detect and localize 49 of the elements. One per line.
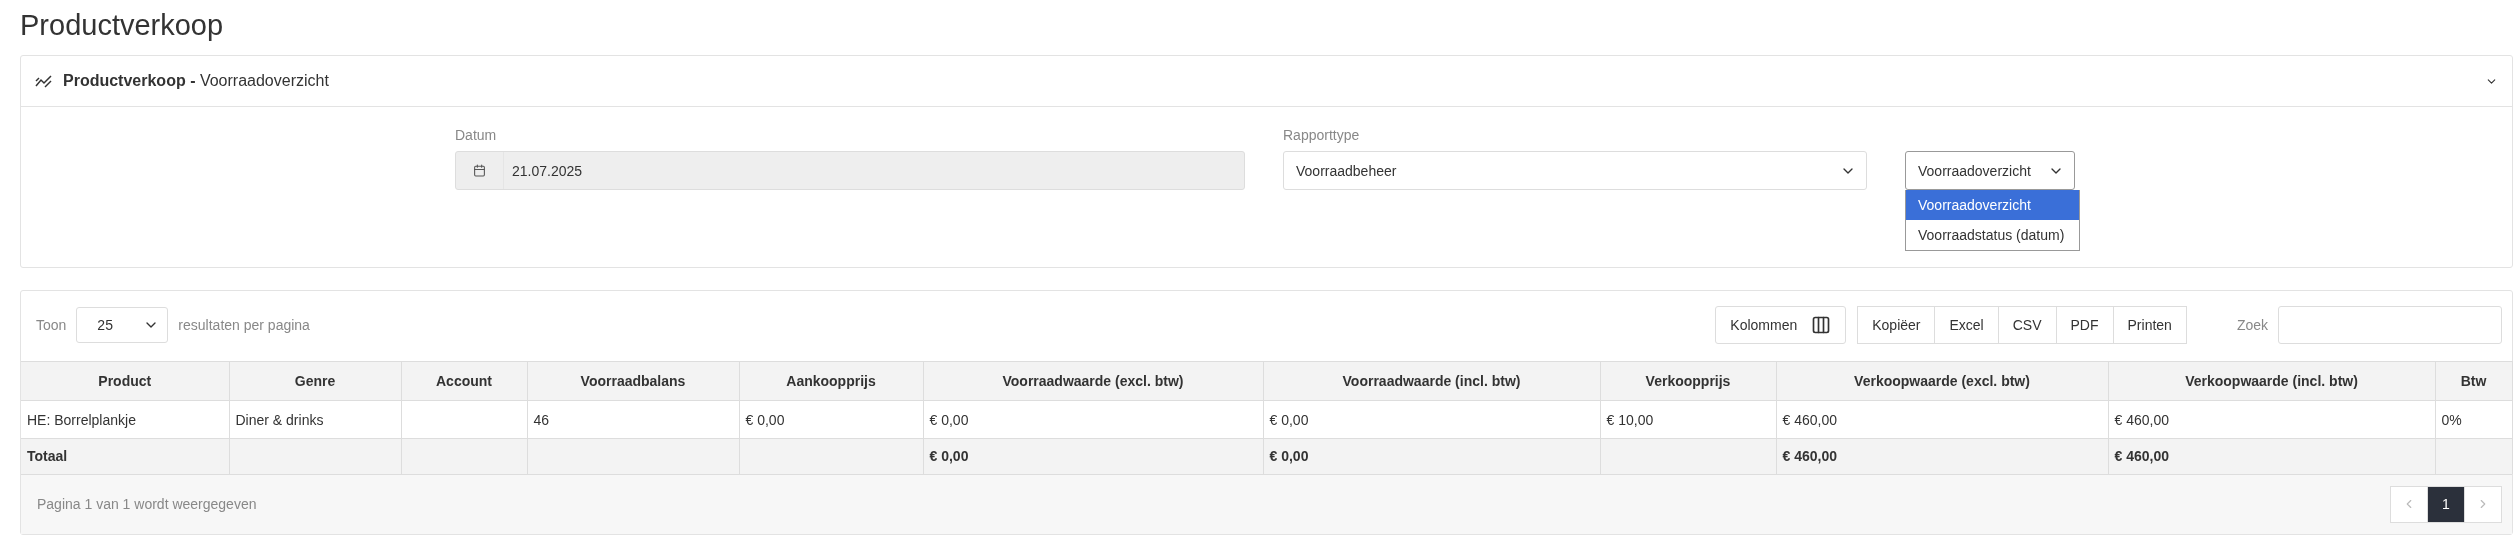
total-cell: € 0,00 <box>1263 438 1600 474</box>
per-page-label: resultaten per pagina <box>178 317 311 333</box>
total-cell: € 460,00 <box>1776 438 2108 474</box>
view-select[interactable]: Voorraadoverzicht <box>1905 151 2075 190</box>
column-header[interactable]: Btw <box>2435 361 2512 401</box>
panel-title: Productverkoop - Voorraadoverzicht <box>63 72 330 90</box>
show-label: Toon <box>36 317 67 333</box>
column-header[interactable]: Aankoopprijs <box>739 361 923 401</box>
search-label: Zoek <box>2236 317 2268 333</box>
column-header[interactable]: Voorraadwaarde (incl. btw) <box>1263 361 1600 401</box>
column-header[interactable]: Account <box>401 361 527 401</box>
table-cell: HE: Borrelplankje <box>21 400 229 439</box>
columns-icon <box>1811 315 1832 335</box>
table-cell: € 0,00 <box>739 400 923 439</box>
table-cell: € 0,00 <box>923 400 1263 439</box>
table-cell: 46 <box>527 400 739 439</box>
dropdown-option[interactable]: Voorraadoverzicht <box>1906 190 2079 220</box>
table-cell: 0% <box>2435 400 2512 439</box>
column-header[interactable]: Voorraadwaarde (excl. btw) <box>923 361 1263 401</box>
export-button[interactable]: Kopiëer <box>1857 306 1936 344</box>
total-cell: Totaal <box>21 438 229 474</box>
report-type-select[interactable]: Voorraadbeheer <box>1283 151 1867 190</box>
column-header[interactable]: Verkoopprijs <box>1600 361 1776 401</box>
page-title: Productverkoop <box>20 8 225 42</box>
column-header[interactable]: Verkoopwaarde (incl. btw) <box>2108 361 2435 401</box>
column-header[interactable]: Verkoopwaarde (excl. btw) <box>1776 361 2108 401</box>
export-button[interactable]: PDF <box>2055 306 2114 344</box>
export-button[interactable]: Excel <box>1934 306 1999 344</box>
export-button[interactable]: Printen <box>2112 306 2187 344</box>
table-cell: € 10,00 <box>1600 400 1776 439</box>
page-size-select[interactable]: 25 <box>76 307 169 343</box>
report-type-label: Rapporttype <box>1283 127 1361 143</box>
calendar-icon <box>473 164 486 177</box>
table-cell: € 460,00 <box>2108 400 2435 439</box>
table-cell: Diner & drinks <box>229 400 401 439</box>
total-cell: € 0,00 <box>923 438 1263 474</box>
total-cell: € 460,00 <box>2108 438 2435 474</box>
column-header[interactable]: Genre <box>229 361 401 401</box>
table-cell: € 460,00 <box>1776 400 2108 439</box>
columns-button[interactable]: Kolommen <box>1715 306 1847 344</box>
search-field[interactable] <box>2278 306 2502 344</box>
date-label: Datum <box>455 127 498 143</box>
page-info: Pagina 1 van 1 wordt weergegeven <box>37 496 257 512</box>
column-header[interactable]: Product <box>21 361 229 401</box>
export-button[interactable]: CSV <box>1997 306 2057 344</box>
page-button[interactable]: 1 <box>2427 485 2465 523</box>
table-cell: € 0,00 <box>1263 400 1600 439</box>
column-header[interactable]: Voorraadbalans <box>527 361 739 401</box>
trend-chart-icon <box>35 74 53 88</box>
